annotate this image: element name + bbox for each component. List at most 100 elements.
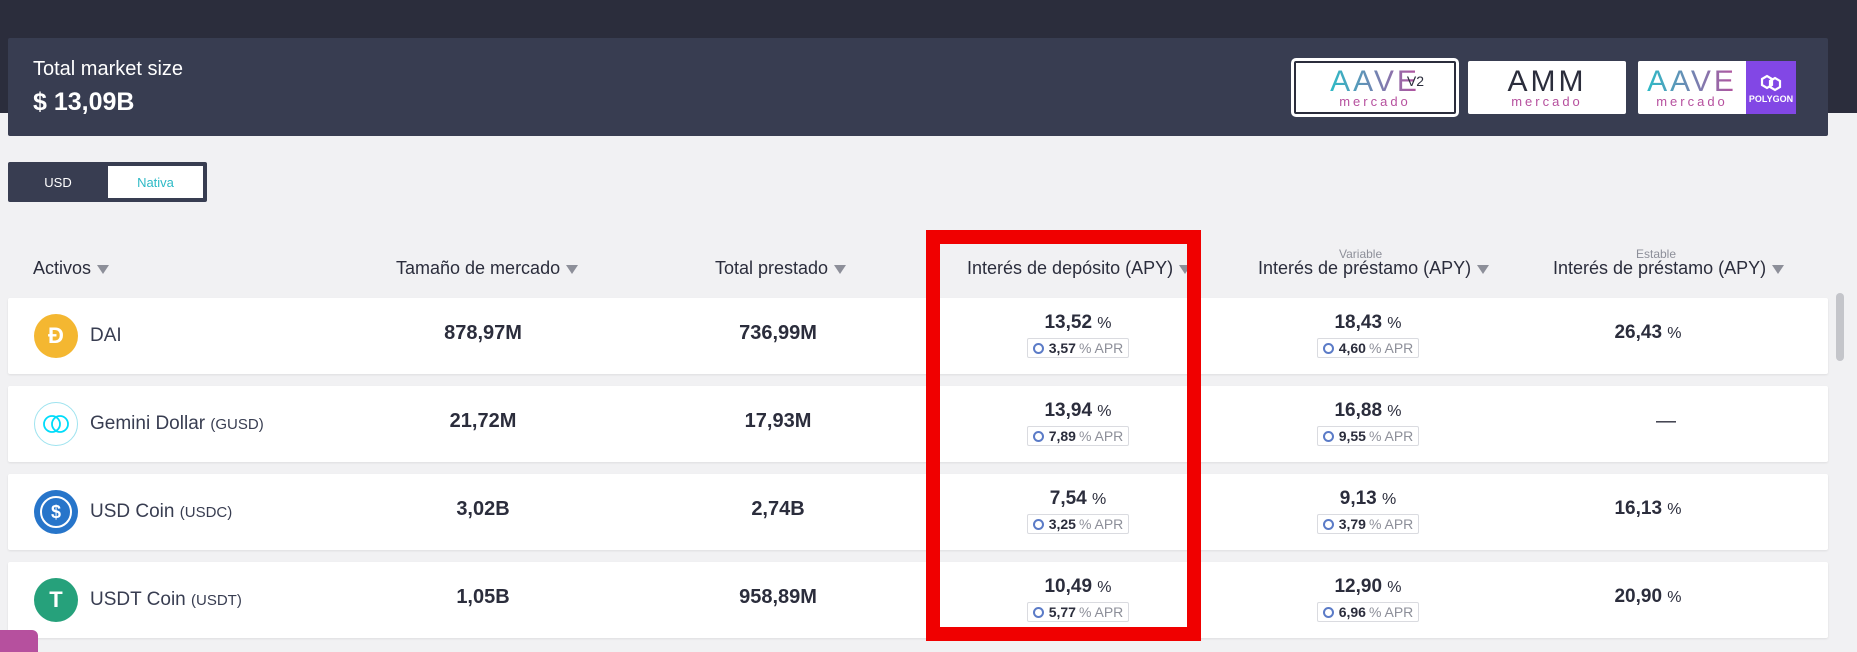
variable-apr-value: 4,60: [1338, 340, 1366, 356]
dai-icon: Đ: [34, 314, 78, 358]
aave-logo: AAVE: [1647, 64, 1737, 98]
asset-name-text: Gemini Dollar: [90, 413, 206, 434]
toggle-native-button[interactable]: Nativa: [108, 166, 203, 198]
total-market-size-value: $ 13,09B: [33, 88, 135, 116]
table-row[interactable]: Gemini Dollar (GUSD) 21,72M 17,93M 13,94…: [8, 386, 1828, 462]
incentive-icon: [1322, 606, 1334, 618]
table-row[interactable]: $ USD Coin (USDC) 3,02B 2,74B 7,54 % 3,2…: [8, 474, 1828, 550]
scrollbar-thumb[interactable]: [1836, 293, 1844, 361]
market-size-value: 878,97M: [444, 322, 522, 344]
usdc-glyph: $: [40, 496, 72, 528]
variable-apr-value: 9,55: [1338, 428, 1366, 444]
toggle-usd-button[interactable]: USD: [8, 162, 108, 202]
sort-arrow-icon: [1772, 264, 1785, 274]
sort-total-borrowed-header[interactable]: Total prestado: [715, 258, 847, 279]
market-sub-label: mercado: [1656, 93, 1728, 109]
borrowed-value: 958,89M: [739, 586, 817, 608]
market-size-value: 1,05B: [456, 586, 510, 608]
variable-apr-badge: 9,55% APR: [1316, 426, 1420, 446]
usdt-glyph: T: [49, 587, 63, 612]
highlight-annotation-box: [926, 230, 1201, 641]
borrowed-value: 736,99M: [739, 322, 817, 344]
stable-apy-value: 16,13: [1614, 498, 1663, 519]
market-polygon-button[interactable]: AAVE mercado POLYGON: [1638, 61, 1796, 114]
asset-name-text: USD Coin: [90, 501, 175, 522]
variable-apr-value: 6,96: [1338, 604, 1366, 620]
market-sub-label: mercado: [1339, 93, 1411, 109]
asset-name: USD Coin (USDC): [90, 501, 232, 523]
sort-arrow-icon: [1477, 264, 1490, 274]
borrowed-value: 17,93M: [744, 410, 812, 432]
sort-market-size-header[interactable]: Tamaño de mercado: [396, 258, 579, 279]
market-size-value: 21,72M: [449, 410, 517, 432]
variable-rate: 9,13 % 3,79% APR: [1278, 488, 1458, 535]
polygon-badge: POLYGON: [1746, 61, 1796, 114]
percent-sign: %: [1667, 501, 1682, 518]
variable-apr-badge: 4,60% APR: [1316, 338, 1420, 358]
percent-sign: %: [1387, 315, 1402, 332]
gusd-glyph-icon: [43, 415, 69, 433]
stable-unavailable: —: [1656, 410, 1676, 432]
table-row[interactable]: T USDT Coin (USDT) 1,05B 958,89M 10,49 %…: [8, 562, 1828, 638]
asset-symbol: (USDT): [191, 592, 242, 609]
polygon-label: POLYGON: [1748, 93, 1794, 104]
variable-apr-badge: 3,79% APR: [1316, 514, 1420, 534]
market-size-header-label: Tamaño de mercado: [396, 258, 561, 278]
variable-rate: 18,43 % 4,60% APR: [1278, 312, 1458, 359]
usdt-icon: T: [34, 578, 78, 622]
borrowed-value: 2,74B: [751, 498, 805, 520]
incentive-icon: [1322, 518, 1334, 530]
amm-logo: AMM: [1507, 64, 1587, 98]
variable-apy-value: 9,13: [1339, 488, 1377, 509]
apr-label: % APR: [1368, 340, 1414, 356]
percent-sign: %: [1387, 403, 1402, 420]
apr-label: % APR: [1368, 428, 1414, 444]
percent-sign: %: [1382, 491, 1397, 508]
market-amm-button[interactable]: AMM mercado: [1468, 61, 1626, 114]
asset-name-text: USDT Coin: [90, 589, 186, 610]
sort-variable-borrow-header[interactable]: Interés de préstamo (APY): [1258, 258, 1490, 279]
asset-symbol: (USDC): [179, 504, 233, 521]
percent-sign: %: [1387, 579, 1402, 596]
gusd-icon: [34, 402, 78, 446]
asset-name: DAI: [90, 325, 122, 347]
asset-name-text: DAI: [90, 325, 122, 346]
variable-apy-value: 16,88: [1334, 400, 1383, 421]
dai-glyph: Đ: [48, 323, 64, 348]
assets-header-label: Activos: [33, 258, 92, 278]
market-sub-label: mercado: [1511, 93, 1583, 109]
variable-borrow-header-label: Interés de préstamo (APY): [1258, 258, 1472, 278]
usdc-icon: $: [34, 490, 78, 534]
variable-apr-badge: 6,96% APR: [1316, 602, 1420, 622]
percent-sign: %: [1667, 325, 1682, 342]
variable-rate: 16,88 % 9,55% APR: [1278, 400, 1458, 447]
apr-label: % APR: [1368, 516, 1414, 532]
total-market-size-label: Total market size: [33, 58, 184, 80]
variable-apr-value: 3,79: [1338, 516, 1366, 532]
stable-rate: 20,90 %: [1573, 586, 1723, 608]
variable-rate: 12,90 % 6,96% APR: [1278, 576, 1458, 623]
v2-tag: V2: [1406, 73, 1424, 89]
sort-stable-borrow-header[interactable]: Interés de préstamo (APY): [1553, 258, 1785, 279]
stable-borrow-header-label: Interés de préstamo (APY): [1553, 258, 1767, 278]
variable-apy-value: 18,43: [1334, 312, 1383, 333]
total-borrowed-header-label: Total prestado: [715, 258, 829, 278]
asset-name: USDT Coin (USDT): [90, 589, 242, 611]
stable-apy-value: 20,90: [1614, 586, 1663, 607]
market-aave-v2-button[interactable]: AAVE mercado V2: [1291, 58, 1459, 117]
table-row[interactable]: Đ DAI 878,97M 736,99M 13,52 % 3,57% APR …: [8, 298, 1828, 374]
percent-sign: %: [1667, 589, 1682, 606]
apr-label: % APR: [1368, 604, 1414, 620]
sort-arrow-icon: [566, 264, 579, 274]
sort-arrow-icon: [97, 264, 110, 274]
sort-arrow-icon: [834, 264, 847, 274]
asset-symbol: (GUSD): [210, 416, 264, 433]
corner-chip[interactable]: [0, 630, 38, 652]
market-size-value: 3,02B: [456, 498, 510, 520]
currency-toggle: USD Nativa: [8, 162, 207, 202]
stable-rate: 16,13 %: [1573, 498, 1723, 520]
sort-assets-header[interactable]: Activos: [33, 258, 110, 279]
incentive-icon: [1322, 430, 1334, 442]
market-header: Total market size $ 13,09B AAVE mercado …: [8, 38, 1828, 136]
variable-apy-value: 12,90: [1334, 576, 1383, 597]
